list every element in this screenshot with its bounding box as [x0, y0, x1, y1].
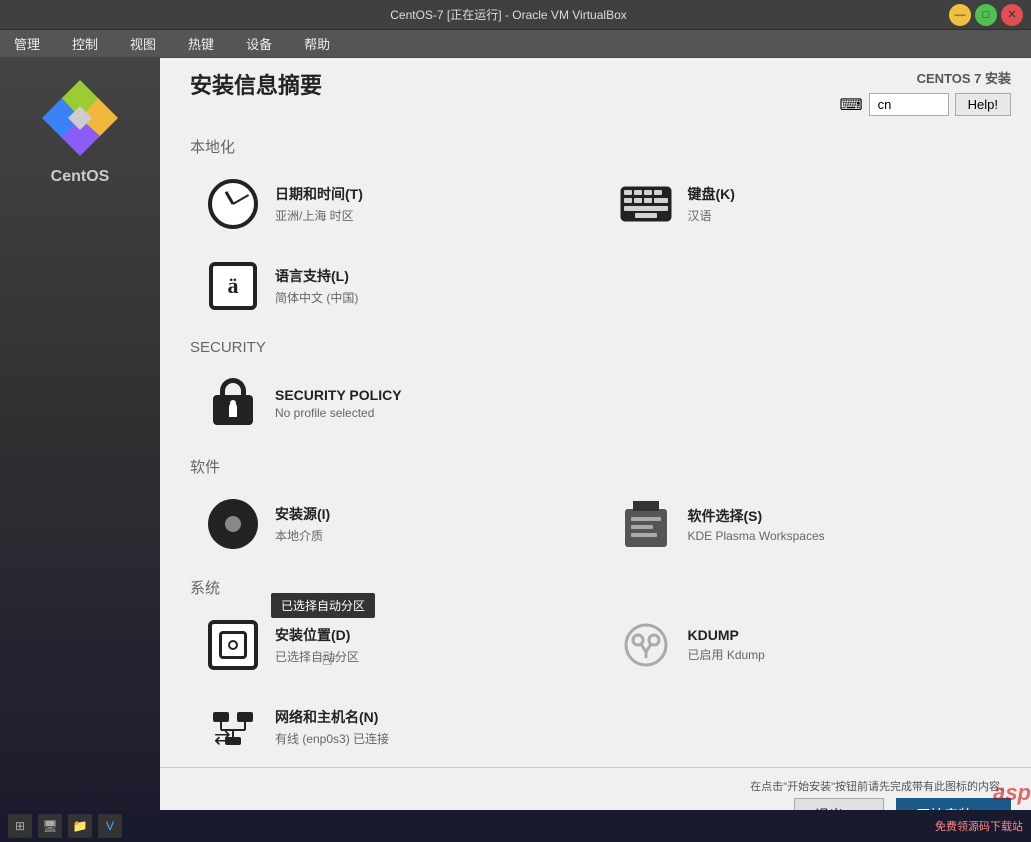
- menu-item-device[interactable]: 设备: [240, 32, 278, 55]
- install-location-item[interactable]: 已选择自动分区 安装位置(D) 已选择自动分区 ☞: [190, 606, 599, 684]
- software-select-title: 软件选择(S): [688, 506, 825, 526]
- install-label: CENTOS 7 安装: [917, 68, 1011, 87]
- tooltip-popup: 已选择自动分区: [271, 593, 375, 618]
- minimize-button[interactable]: —: [949, 4, 971, 26]
- language-title: 语言支持(L): [275, 266, 358, 286]
- language-input[interactable]: [869, 93, 949, 116]
- kdump-subtitle: 已启用 Kdump: [688, 646, 765, 663]
- title-bar-text: CentOS-7 [正在运行] - Oracle VM VirtualBox: [68, 6, 949, 23]
- software-select-item[interactable]: 软件选择(S) KDE Plasma Workspaces: [603, 485, 1012, 563]
- system-grid: 已选择自动分区 安装位置(D) 已选择自动分区 ☞: [190, 606, 1011, 766]
- keyboard-icon: [618, 176, 674, 232]
- taskbar-app-3[interactable]: 📁: [68, 814, 92, 838]
- section-software: 软件: [190, 456, 1011, 477]
- hdd-icon: [205, 617, 261, 673]
- window-controls: — □ ✕: [949, 4, 1023, 26]
- kdump-title: KDUMP: [688, 627, 765, 643]
- section-security: SECURITY: [190, 339, 1011, 356]
- clock-icon: [205, 176, 261, 232]
- security-policy-item[interactable]: SECURITY POLICY No profile selected: [190, 364, 1011, 442]
- close-button[interactable]: ✕: [1001, 4, 1023, 26]
- sidebar: CentOS: [0, 58, 160, 842]
- lock-icon: [205, 375, 261, 431]
- menu-item-help[interactable]: 帮助: [298, 32, 336, 55]
- page-title: 安装信息摘要: [190, 68, 322, 100]
- security-title: SECURITY POLICY: [275, 387, 402, 403]
- menu-item-view[interactable]: 视图: [124, 32, 162, 55]
- lang-row: ⌨ Help!: [840, 93, 1011, 116]
- taskbar: ⊞ 🖥 📁 V 免费领源码下载站: [0, 810, 1031, 842]
- datetime-title: 日期和时间(T): [275, 184, 363, 204]
- localization-grid: 日期和时间(T) 亚洲/上海 时区: [190, 165, 1011, 325]
- datetime-item[interactable]: 日期和时间(T) 亚洲/上海 时区: [190, 165, 599, 243]
- top-right: CENTOS 7 安装 ⌨ Help!: [840, 68, 1011, 116]
- network-subtitle: 有线 (enp0s3) 已连接: [275, 730, 389, 747]
- help-button[interactable]: Help!: [955, 93, 1011, 116]
- centos-sidebar-label: CentOS: [51, 168, 110, 186]
- menu-bar: 管理 控制 视图 热键 设备 帮助: [0, 30, 1031, 58]
- kdump-item[interactable]: KDUMP 已启用 Kdump: [603, 606, 1012, 684]
- content-scroll[interactable]: 本地化 日期和时间(T) 亚洲/上海 时区: [160, 122, 1031, 767]
- install-source-item[interactable]: 安装源(I) 本地介质: [190, 485, 599, 563]
- taskbar-app-1[interactable]: ⊞: [8, 814, 32, 838]
- install-source-title: 安装源(I): [275, 504, 330, 524]
- install-location-subtitle: 已选择自动分区: [275, 648, 359, 665]
- software-grid: 安装源(I) 本地介质: [190, 485, 1011, 563]
- keyboard-icon-small: ⌨: [840, 95, 863, 115]
- bottom-hint: 在点击"开始安装"按钮前请先完成带有此图标的内容。: [750, 778, 1011, 794]
- content-area: 安装信息摘要 CENTOS 7 安装 ⌨ Help! 本地化: [160, 58, 1031, 842]
- centos-logo-icon: [40, 78, 120, 158]
- security-subtitle: No profile selected: [275, 406, 402, 420]
- kdump-icon: [618, 617, 674, 673]
- keyboard-subtitle: 汉语: [688, 207, 735, 224]
- network-icon: ⇄: [205, 699, 261, 755]
- section-localization: 本地化: [190, 136, 1011, 157]
- dvd-icon: [205, 496, 261, 552]
- taskbar-app-2[interactable]: 🖥: [38, 814, 62, 838]
- software-icon: [618, 496, 674, 552]
- language-item[interactable]: ä 语言支持(L) 简体中文 (中国): [190, 247, 599, 325]
- language-subtitle: 简体中文 (中国): [275, 289, 358, 306]
- install-location-title: 安装位置(D): [275, 625, 359, 645]
- keyboard-title: 键盘(K): [688, 184, 735, 204]
- datetime-subtitle: 亚洲/上海 时区: [275, 207, 363, 224]
- menu-item-hotkey[interactable]: 热键: [182, 32, 220, 55]
- menu-item-manage[interactable]: 管理: [8, 32, 46, 55]
- taskbar-app-4[interactable]: V: [98, 814, 122, 838]
- maximize-button[interactable]: □: [975, 4, 997, 26]
- content-header: 安装信息摘要 CENTOS 7 安装 ⌨ Help!: [160, 58, 1031, 122]
- software-select-subtitle: KDE Plasma Workspaces: [688, 529, 825, 543]
- security-grid: SECURITY POLICY No profile selected: [190, 364, 1011, 442]
- keyboard-item[interactable]: 键盘(K) 汉语: [603, 165, 1012, 243]
- main-layout: CentOS 安装信息摘要 CENTOS 7 安装 ⌨ Help! 本地化: [0, 58, 1031, 842]
- title-bar: CentOS-7 [正在运行] - Oracle VM VirtualBox —…: [0, 0, 1031, 30]
- install-source-subtitle: 本地介质: [275, 527, 330, 544]
- language-icon: ä: [205, 258, 261, 314]
- taskbar-ad-text: 免费领源码下载站: [935, 818, 1023, 834]
- network-title: 网络和主机名(N): [275, 707, 389, 727]
- menu-item-control[interactable]: 控制: [66, 32, 104, 55]
- svg-text:⇄: ⇄: [214, 727, 231, 749]
- network-item[interactable]: ⇄ 网络和主机名(N) 有线 (enp0s3) 已连接: [190, 688, 599, 766]
